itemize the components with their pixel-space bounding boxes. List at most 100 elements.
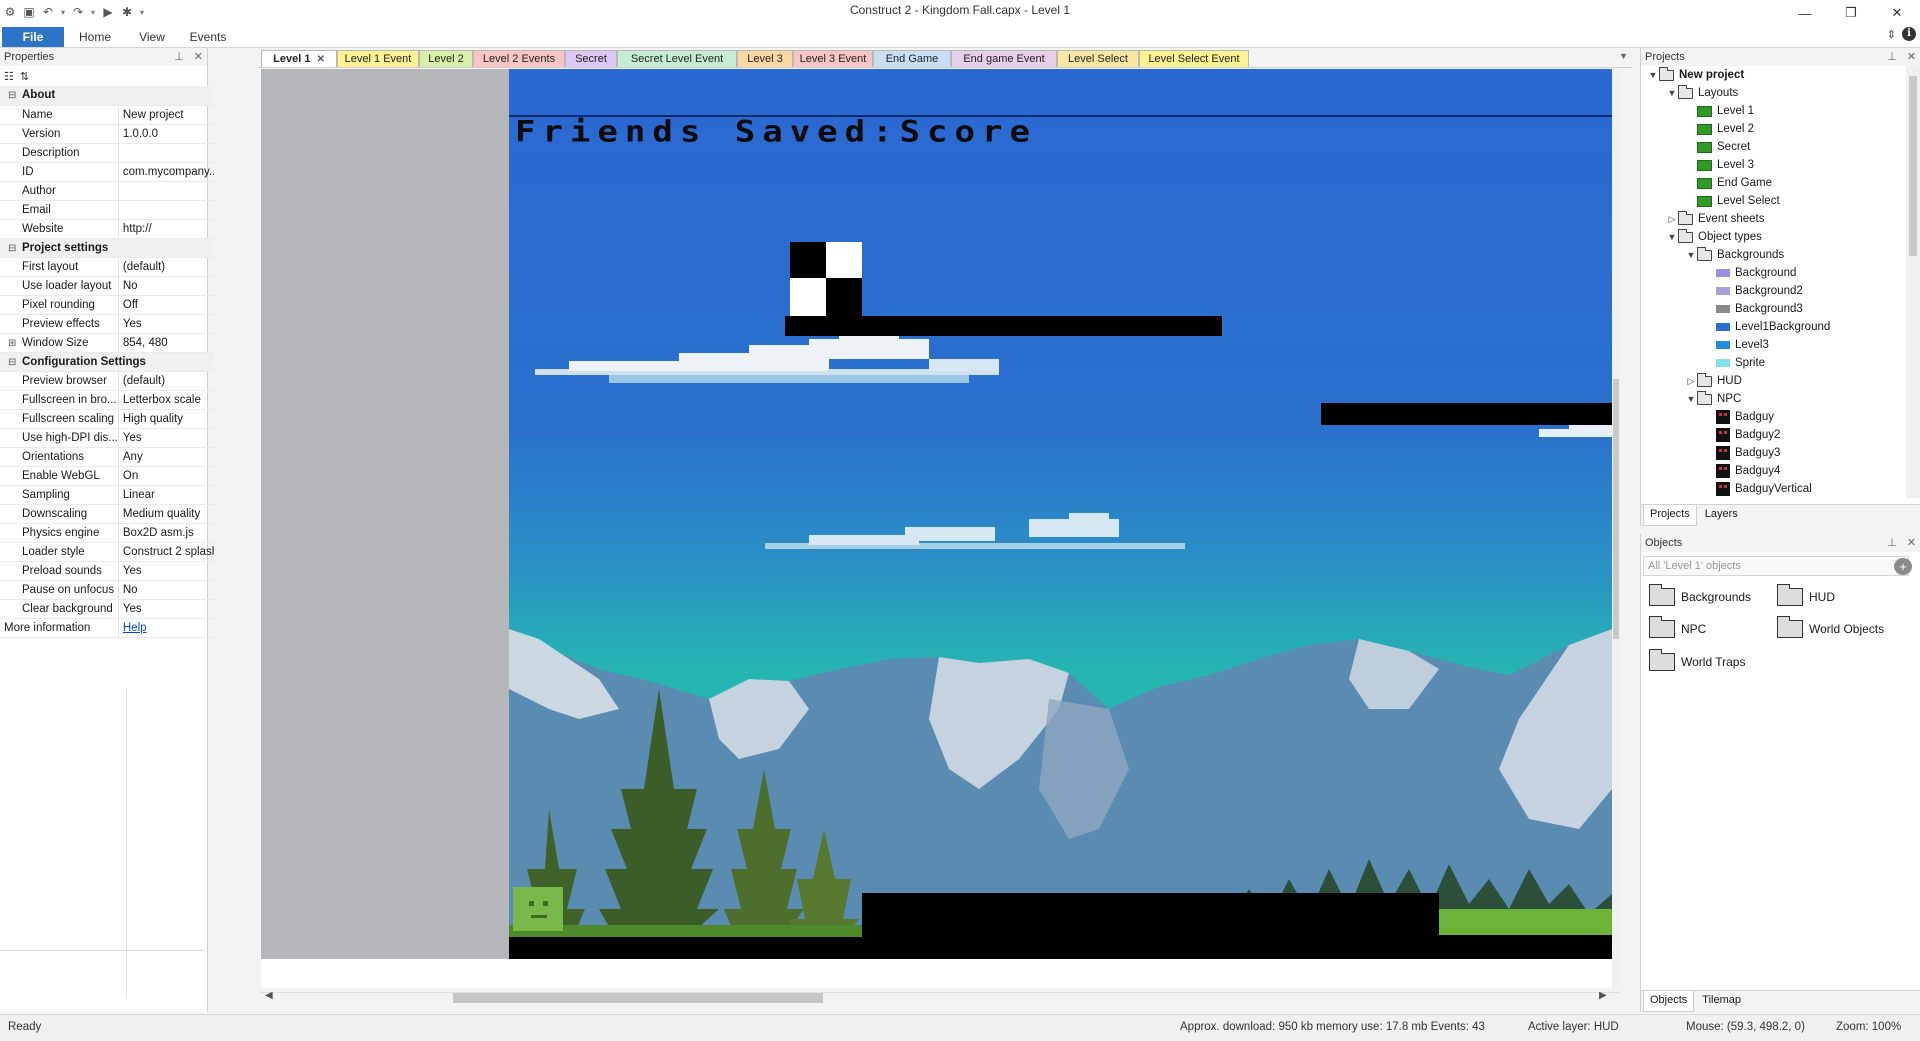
tree-node[interactable]: Background2: [1704, 282, 1803, 300]
collapse-arrow-icon[interactable]: ▼: [1685, 246, 1697, 264]
property-row[interactable]: Use high-DPI dis... Yes: [0, 428, 215, 448]
collapse-icon[interactable]: ⊟: [8, 357, 18, 368]
tree-node[interactable]: Badguy2: [1704, 426, 1780, 444]
tab-objects[interactable]: Objects: [1643, 991, 1695, 1012]
layout-tab[interactable]: Level 2: [419, 50, 473, 67]
tree-node[interactable]: Level 2: [1685, 120, 1754, 138]
layout-tab[interactable]: Level Select Event: [1139, 50, 1249, 67]
property-value[interactable]: Letterbox scale: [118, 390, 215, 410]
tree-node[interactable]: ▷ Event sheets: [1666, 210, 1764, 228]
collapse-arrow-icon[interactable]: ▼: [1666, 228, 1678, 246]
property-value[interactable]: No: [118, 580, 215, 600]
tab-close-icon[interactable]: ✕: [316, 54, 324, 65]
object-folder-world-traps[interactable]: World Traps: [1649, 649, 1745, 671]
construct-logo-icon[interactable]: ⚙: [2, 4, 18, 20]
debug-icon[interactable]: ✱: [119, 4, 135, 20]
tree-node[interactable]: Level 1: [1685, 102, 1754, 120]
tree-node[interactable]: Level Select: [1685, 192, 1780, 210]
property-value[interactable]: (default): [118, 371, 215, 391]
save-icon[interactable]: ▣: [21, 4, 37, 20]
info-icon[interactable]: i: [1902, 27, 1916, 41]
vertical-scroll-thumb[interactable]: [1613, 379, 1619, 639]
object-folder-npc[interactable]: NPC: [1649, 616, 1706, 638]
panel-close-icon[interactable]: ✕: [1907, 534, 1916, 552]
undo-dropdown-icon[interactable]: ▾: [59, 4, 67, 20]
property-row[interactable]: Version 1.0.0.0: [0, 124, 215, 144]
collapse-icon[interactable]: ⊟: [8, 243, 18, 254]
tree-node[interactable]: Level1Background: [1704, 318, 1830, 336]
objects-filter-input[interactable]: All 'Level 1' objects: [1643, 556, 1909, 576]
ribbon-collapse-icon[interactable]: ⇕: [1887, 28, 1896, 41]
object-folder-backgrounds[interactable]: Backgrounds: [1649, 584, 1751, 606]
collapse-arrow-icon[interactable]: ▼: [1666, 84, 1678, 102]
file-menu-button[interactable]: File: [2, 27, 64, 47]
property-row[interactable]: Preload sounds Yes: [0, 561, 215, 581]
property-value[interactable]: Any: [118, 447, 215, 467]
project-tree-scroll-thumb[interactable]: [1909, 76, 1917, 256]
property-row[interactable]: Orientations Any: [0, 447, 215, 467]
property-row[interactable]: Physics engine Box2D asm.js: [0, 523, 215, 543]
property-row[interactable]: Preview browser (default): [0, 371, 215, 391]
sort-alphabetical-icon[interactable]: ⇅: [20, 70, 29, 83]
property-row[interactable]: ID com.mycompany....: [0, 162, 215, 182]
property-value[interactable]: On: [118, 466, 215, 486]
property-value[interactable]: New project: [118, 105, 215, 125]
scroll-left-icon[interactable]: ◀: [265, 990, 273, 1001]
help-link[interactable]: Help: [123, 622, 147, 634]
layout-tab[interactable]: Level 2 Events: [473, 50, 565, 67]
property-value[interactable]: [118, 181, 215, 201]
object-folder-world-objects[interactable]: World Objects: [1777, 616, 1884, 638]
layout-tab[interactable]: Level Select: [1057, 50, 1139, 67]
tree-node[interactable]: ▷ HUD: [1685, 372, 1742, 390]
tree-node[interactable]: BadguyVertical: [1704, 480, 1812, 498]
collapse-icon[interactable]: ⊟: [8, 90, 18, 101]
property-row[interactable]: Use loader layout No: [0, 276, 215, 296]
property-row[interactable]: Pause on unfocus No: [0, 580, 215, 600]
hud-score-text[interactable]: Friends Saved:Score: [515, 115, 1037, 149]
tree-node[interactable]: Badguy3: [1704, 444, 1780, 462]
categorized-view-icon[interactable]: ☷: [4, 70, 14, 83]
layout-tab[interactable]: End game Event: [951, 50, 1057, 67]
property-value[interactable]: Box2D asm.js: [118, 523, 215, 543]
property-section-header[interactable]: ⊟ Project settings: [0, 238, 215, 258]
property-value[interactable]: 854, 480: [118, 333, 215, 353]
property-row[interactable]: First layout (default): [0, 257, 215, 277]
property-value[interactable]: Yes: [118, 599, 215, 619]
tree-node[interactable]: Secret: [1685, 138, 1750, 156]
object-folder-hud[interactable]: HUD: [1777, 584, 1835, 606]
layout-tab[interactable]: End Game: [873, 50, 951, 67]
tab-home[interactable]: Home: [74, 27, 116, 47]
project-tree-scrollbar[interactable]: [1906, 66, 1920, 498]
layout-tab[interactable]: Secret Level Event: [617, 50, 737, 67]
property-value[interactable]: Construct 2 splash: [118, 542, 215, 562]
close-button[interactable]: ✕: [1874, 0, 1920, 26]
tree-node[interactable]: End Game: [1685, 174, 1772, 192]
game-layout[interactable]: Friends Saved:Score: [509, 69, 1612, 959]
property-value[interactable]: Yes: [118, 561, 215, 581]
property-row[interactable]: Loader style Construct 2 splash: [0, 542, 215, 562]
property-row[interactable]: Pixel rounding Off: [0, 295, 215, 315]
tree-node[interactable]: Badguy4: [1704, 462, 1780, 480]
panel-close-icon[interactable]: ✕: [194, 48, 203, 66]
property-row[interactable]: Name New project: [0, 105, 215, 125]
property-row[interactable]: Email: [0, 200, 215, 220]
tree-node[interactable]: Level 3: [1685, 156, 1754, 174]
tab-projects[interactable]: Projects: [1643, 505, 1697, 526]
layout-viewport[interactable]: Friends Saved:Score: [261, 69, 1620, 988]
undo-icon[interactable]: ↶: [40, 4, 56, 20]
property-value[interactable]: com.mycompany....: [118, 162, 215, 182]
tab-events[interactable]: Events: [188, 27, 228, 47]
collapse-arrow-icon[interactable]: ▼: [1685, 390, 1697, 408]
property-row[interactable]: Preview effects Yes: [0, 314, 215, 334]
property-value[interactable]: Medium quality: [118, 504, 215, 524]
layout-tab[interactable]: Level 3: [737, 50, 793, 67]
property-row[interactable]: Author: [0, 181, 215, 201]
tab-list-dropdown-icon[interactable]: ▼: [1619, 51, 1628, 61]
expand-icon[interactable]: ⊞: [8, 338, 18, 349]
tree-node[interactable]: ▼ NPC: [1685, 390, 1741, 408]
property-value[interactable]: http://: [118, 219, 215, 239]
expand-arrow-icon[interactable]: ▷: [1685, 372, 1697, 390]
scroll-right-icon[interactable]: ▶: [1599, 990, 1607, 1001]
tree-node[interactable]: ▼ Object types: [1666, 228, 1762, 246]
property-section-header[interactable]: ⊟ About: [0, 86, 215, 106]
